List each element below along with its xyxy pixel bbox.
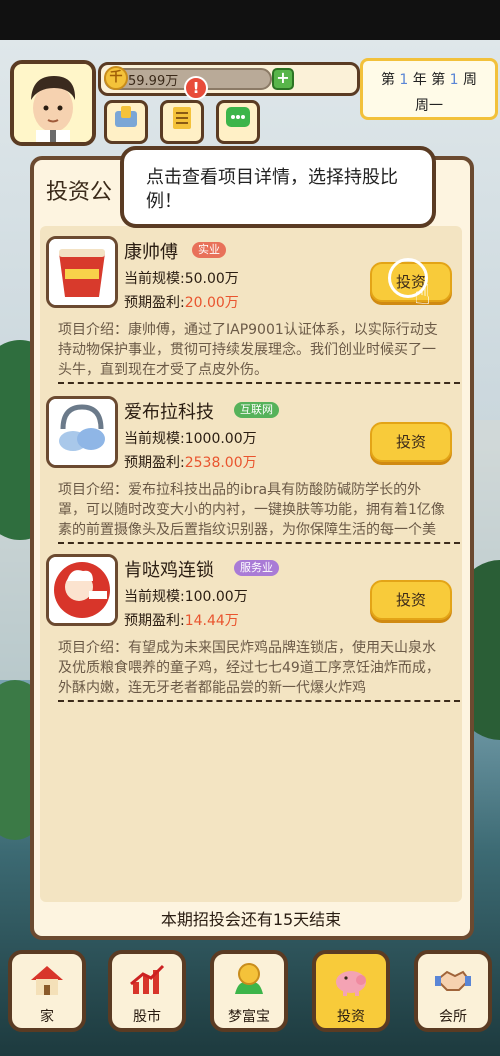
chat-icon[interactable] bbox=[216, 100, 260, 144]
nav-invest[interactable]: 投资 bbox=[312, 950, 390, 1032]
expected-profit: 预期盈利:2538.00万 bbox=[124, 455, 257, 471]
project-description: 项目介绍：爱布拉科技出品的ibra具有防酸防碱防学长的外罩，可以随时改变大小的内… bbox=[58, 482, 445, 538]
project-name: 爱布拉科技 bbox=[124, 402, 214, 423]
player-avatar[interactable] bbox=[10, 60, 96, 146]
invest-button[interactable]: 投资 bbox=[370, 580, 452, 620]
trophy-icon[interactable] bbox=[104, 100, 148, 144]
panel-title: 投资公 bbox=[46, 180, 113, 205]
industry-tag: 服务业 bbox=[234, 560, 279, 576]
current-scale: 当前规模:50.00万 bbox=[124, 271, 239, 287]
auction-countdown: 本期招投会还有15天结束 bbox=[160, 910, 342, 929]
project-item: 爱布拉科技 互联网 当前规模:1000.00万 预期盈利:2538.00万 投资… bbox=[40, 390, 462, 550]
project-item: 肯哒鸡连锁 服务业 当前规模:100.00万 预期盈利:14.44万 投资 项目… bbox=[40, 548, 462, 708]
project-name: 康帅傅 bbox=[124, 242, 178, 263]
nav-wealth[interactable]: 梦富宝 bbox=[210, 950, 288, 1032]
expected-profit: 预期盈利:20.00万 bbox=[124, 295, 239, 311]
nav-label: 股市 bbox=[133, 1009, 161, 1025]
nav-home[interactable]: 家 bbox=[8, 950, 86, 1032]
divider bbox=[58, 542, 460, 544]
industry-tag: 互联网 bbox=[234, 402, 279, 418]
piggy-bank-icon bbox=[316, 960, 386, 1008]
pointing-hand-icon: ☝ bbox=[414, 278, 432, 311]
task-list-icon[interactable] bbox=[160, 100, 204, 144]
coin-icon: 千 bbox=[104, 66, 128, 90]
noodle-cup-logo bbox=[46, 236, 118, 308]
nav-label: 梦富宝 bbox=[228, 1009, 270, 1025]
nav-label: 家 bbox=[40, 1009, 54, 1025]
weekday: 周一 bbox=[415, 98, 443, 114]
invest-button[interactable]: 投资 bbox=[370, 422, 452, 462]
divider bbox=[58, 700, 460, 702]
house-icon bbox=[12, 960, 82, 1008]
status-bar bbox=[0, 0, 500, 40]
industry-tag: 实业 bbox=[192, 242, 226, 258]
alert-badge: ! bbox=[184, 76, 208, 100]
headphones-logo bbox=[46, 396, 118, 468]
project-description: 项目介绍：康帅傅，通过了IAP9001认证体系，以实际行动支持动物保护事业，贯彻… bbox=[58, 322, 438, 378]
nav-stock-market[interactable]: 股市 bbox=[108, 950, 186, 1032]
coin-amount: 59.99万 bbox=[128, 74, 179, 89]
handshake-icon bbox=[418, 960, 488, 1008]
project-name: 肯哒鸡连锁 bbox=[124, 560, 214, 581]
nav-club[interactable]: 会所 bbox=[414, 950, 492, 1032]
project-item: 康帅傅 实业 当前规模:50.00万 预期盈利:20.00万 投资 项目介绍：康… bbox=[40, 230, 462, 390]
fried-chicken-logo bbox=[46, 554, 118, 626]
current-scale: 当前规模:1000.00万 bbox=[124, 431, 257, 447]
nav-label: 投资 bbox=[337, 1009, 365, 1025]
coin-plant-icon bbox=[214, 960, 284, 1008]
tutorial-tooltip: 点击查看项目详情，选择持股比例！ bbox=[120, 146, 436, 228]
project-description: 项目介绍：有望成为未来国民炸鸡品牌连锁店，使用天山泉水及优质粮食喂养的童子鸡，经… bbox=[58, 640, 440, 696]
nav-label: 会所 bbox=[439, 1009, 467, 1025]
date-week: 第 1 年 第 1 周 bbox=[380, 72, 478, 88]
date-panel: 第 1 年 第 1 周 周一 bbox=[360, 58, 498, 120]
add-coins-button[interactable]: + bbox=[272, 68, 294, 90]
divider bbox=[58, 382, 460, 384]
expected-profit: 预期盈利:14.44万 bbox=[124, 613, 239, 629]
current-scale: 当前规模:100.00万 bbox=[124, 589, 248, 605]
stock-chart-icon bbox=[112, 960, 182, 1008]
